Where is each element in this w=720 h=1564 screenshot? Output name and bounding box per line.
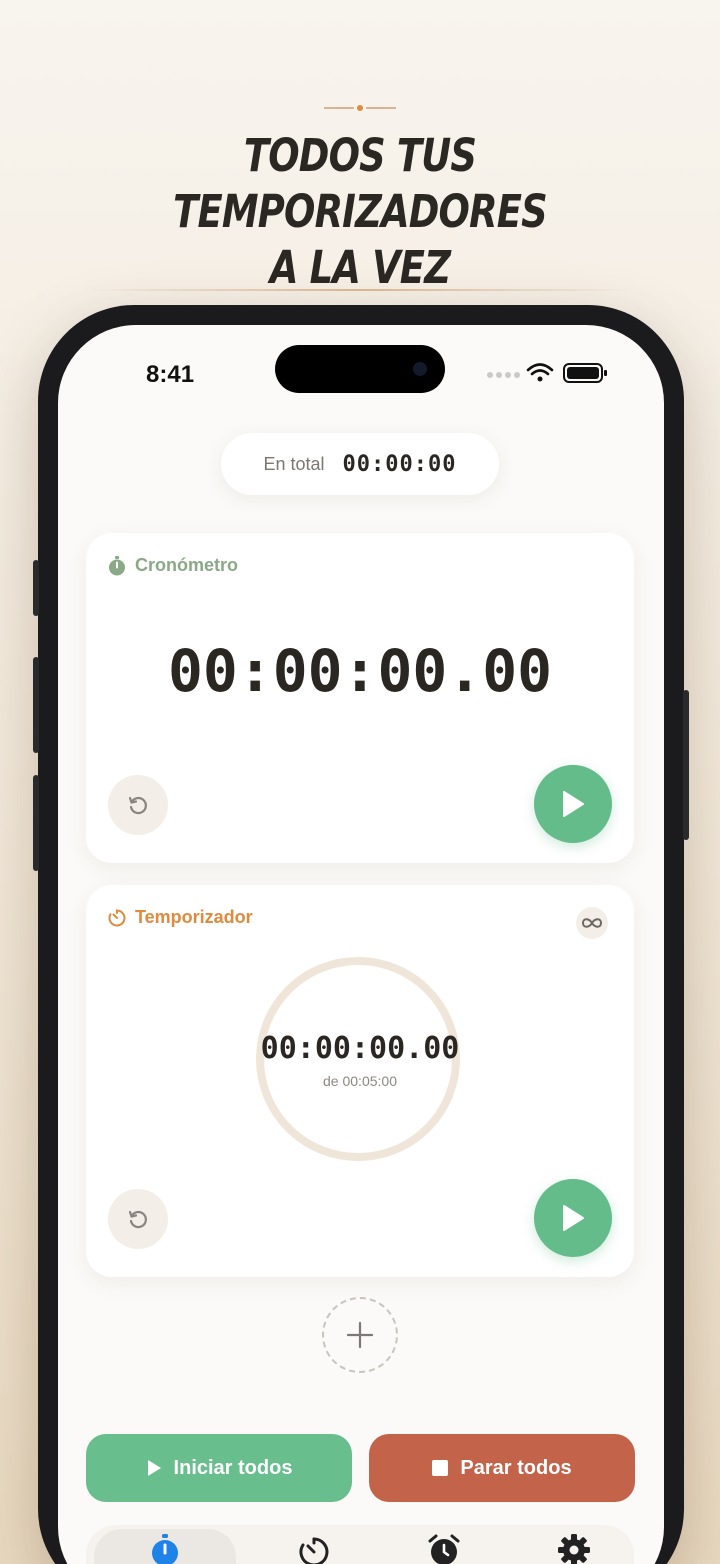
stopwatch-card: Cronómetro 00:00:00.00 [86, 533, 634, 863]
timer-time: 00:00:00.00 [260, 1031, 460, 1066]
phone-side-button [33, 560, 39, 616]
gear-icon [558, 1534, 590, 1564]
reset-icon [128, 796, 147, 815]
tab-timer[interactable] [274, 1533, 354, 1564]
timer-icon [108, 909, 126, 926]
timer-duration: de 00:05:00 [323, 1073, 397, 1089]
timer-icon [299, 1537, 329, 1564]
stopwatch-header: Cronómetro [108, 555, 238, 576]
stop-all-label: Parar todos [460, 1456, 572, 1479]
stopwatch-reset-button[interactable] [108, 775, 168, 835]
add-timer-button[interactable] [322, 1297, 398, 1373]
status-time: 8:41 [146, 361, 195, 388]
tab-bar [86, 1525, 634, 1564]
battery-icon [563, 363, 607, 383]
timer-play-button[interactable] [534, 1179, 612, 1257]
reset-icon [128, 1210, 147, 1229]
camera-icon [413, 362, 427, 376]
timer-card: Temporizador 00:00:00.00 de 00:05:00 [86, 885, 634, 1277]
headline-line-2: A LA VEZ [269, 241, 451, 294]
start-all-label: Iniciar todos [173, 1456, 293, 1479]
signal-icon [487, 372, 520, 378]
tab-settings[interactable] [534, 1533, 614, 1564]
total-label: En total [263, 453, 325, 474]
stopwatch-icon [109, 555, 125, 575]
wifi-icon [526, 363, 554, 382]
stopwatch-label: Cronómetro [135, 555, 238, 575]
stopwatch-icon [152, 1534, 178, 1564]
tab-stopwatch[interactable] [125, 1533, 205, 1564]
divider [90, 289, 630, 291]
decorative-ornament [324, 105, 396, 111]
stopwatch-play-button[interactable] [534, 765, 612, 843]
play-icon [563, 791, 584, 817]
stop-all-button[interactable]: Parar todos [369, 1434, 635, 1502]
dynamic-island [275, 345, 445, 393]
status-indicators [487, 363, 607, 383]
tab-alarm[interactable] [404, 1533, 484, 1564]
timer-header: Temporizador [108, 907, 253, 928]
total-time-pill: En total 00:00:00 [221, 433, 499, 495]
infinity-icon [581, 918, 603, 928]
timer-label: Temporizador [135, 907, 253, 927]
timer-reset-button[interactable] [108, 1189, 168, 1249]
phone-power-button [683, 690, 689, 840]
phone-volume-up-button [33, 657, 39, 753]
stop-icon [432, 1460, 449, 1476]
phone-frame: 8:41 En total 00:00:00 Cronómetro 00:00:… [33, 305, 689, 1564]
alarm-clock-icon [428, 1534, 460, 1564]
phone-screen: 8:41 En total 00:00:00 Cronómetro 00:00:… [58, 325, 664, 1564]
phone-volume-down-button [33, 775, 39, 871]
headline: TODOS TUS TEMPORIZADORES A LA VEZ [65, 128, 655, 296]
plus-icon [346, 1321, 374, 1349]
play-icon [563, 1205, 584, 1231]
stopwatch-time: 00:00:00.00 [167, 637, 553, 705]
start-all-button[interactable]: Iniciar todos [86, 1434, 352, 1502]
total-value: 00:00:00 [342, 451, 457, 477]
play-icon [147, 1460, 161, 1476]
headline-line-1: TODOS TUS TEMPORIZADORES [173, 129, 548, 238]
repeat-toggle[interactable] [576, 907, 608, 939]
